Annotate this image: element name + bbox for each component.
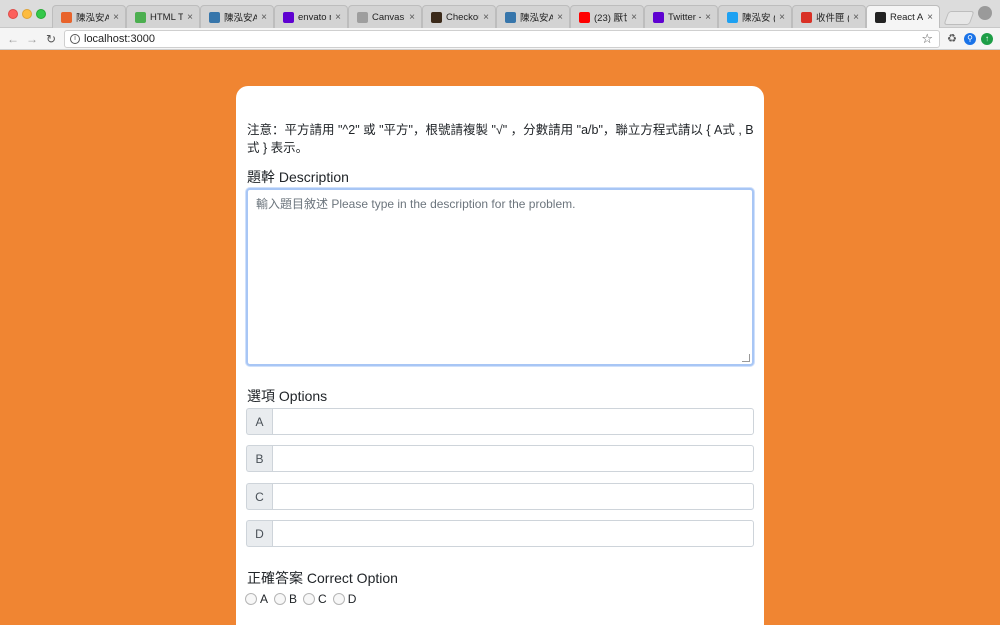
description-box xyxy=(246,188,754,366)
radio-label-b: B xyxy=(289,592,298,606)
new-tab-button[interactable] xyxy=(943,11,975,25)
close-window-icon[interactable] xyxy=(8,9,18,19)
tab-close-icon[interactable]: × xyxy=(553,12,563,23)
browser-tab-label: Canvas H xyxy=(372,11,405,23)
radio-option-c[interactable]: C xyxy=(303,592,327,606)
browser-tab-bar: 陳泓安Alp×HTML Tu×陳泓安Alp×envato m×Canvas H×… xyxy=(0,0,1000,28)
option-row-c: C xyxy=(246,483,754,510)
browser-tab-label: 陳泓安Alp xyxy=(76,13,109,24)
browser-tab-label: React Ap xyxy=(890,11,923,23)
forward-icon[interactable]: → xyxy=(24,31,40,47)
browser-tab[interactable]: 陳泓安Alp× xyxy=(496,5,570,28)
orange-square-icon xyxy=(61,11,72,23)
browser-tab-label: Checkout xyxy=(446,11,479,23)
radio-circle-c[interactable] xyxy=(303,593,316,605)
info-icon[interactable]: i xyxy=(70,34,80,44)
python-icon xyxy=(505,11,516,23)
twitter-icon xyxy=(727,11,738,23)
minimize-window-icon[interactable] xyxy=(22,9,32,19)
tab-close-icon[interactable]: × xyxy=(183,12,193,23)
tab-close-icon[interactable]: × xyxy=(627,12,637,23)
python-icon xyxy=(209,11,220,23)
gmail-icon xyxy=(801,11,812,23)
profile-icon[interactable] xyxy=(978,6,992,20)
correct-option-radio-group: A B C D xyxy=(245,592,362,606)
option-input-d[interactable] xyxy=(272,520,754,547)
browser-tab[interactable]: Canvas H× xyxy=(348,5,422,28)
option-prefix-b: B xyxy=(246,445,272,472)
download-extension-icon[interactable]: ↑ xyxy=(981,33,993,45)
radio-option-b[interactable]: B xyxy=(274,592,297,606)
browser-tab[interactable]: Twitter - × xyxy=(644,5,718,28)
url-text: localhost:3000 xyxy=(84,33,155,45)
maximize-window-icon[interactable] xyxy=(36,9,46,19)
browser-tab[interactable]: Checkout× xyxy=(422,5,496,28)
correct-option-label: 正確答案 Correct Option xyxy=(247,570,398,586)
browser-tab-label: Twitter - xyxy=(668,11,701,23)
bookmark-star-icon[interactable]: ☆ xyxy=(921,31,933,47)
option-prefix-c: C xyxy=(246,483,272,510)
tab-close-icon[interactable]: × xyxy=(257,12,267,23)
tab-close-icon[interactable]: × xyxy=(701,12,711,23)
address-bar: ← → ↻ i localhost:3000 ☆ ♻ ⚲ ↑ xyxy=(0,28,1000,50)
browser-tab[interactable]: (23) 厭世× xyxy=(570,5,644,28)
tab-close-icon[interactable]: × xyxy=(923,12,933,23)
tab-close-icon[interactable]: × xyxy=(331,12,341,23)
tab-close-icon[interactable]: × xyxy=(775,12,785,23)
resize-handle-icon[interactable] xyxy=(742,354,750,362)
browser-tab-label: 陳泓安 (@ xyxy=(742,13,775,24)
browser-tab-label: (23) 厭世 xyxy=(594,13,627,24)
browser-tab[interactable]: envato m× xyxy=(274,5,348,28)
search-extension-icon[interactable]: ⚲ xyxy=(964,33,976,45)
radio-circle-a[interactable] xyxy=(245,593,257,605)
description-textarea[interactable] xyxy=(248,190,752,364)
radio-label-c: C xyxy=(318,592,327,606)
tab-strip: 陳泓安Alp×HTML Tu×陳泓安Alp×envato m×Canvas H×… xyxy=(52,5,975,28)
radio-label-a: A xyxy=(260,592,269,606)
youtube-icon xyxy=(579,11,590,23)
radio-option-d[interactable]: D xyxy=(332,592,357,606)
tab-close-icon[interactable]: × xyxy=(109,12,119,23)
tab-close-icon[interactable]: × xyxy=(405,12,415,23)
option-prefix-d: D xyxy=(246,520,272,547)
tab-close-icon[interactable]: × xyxy=(479,12,489,23)
radio-option-a[interactable]: A xyxy=(245,592,268,606)
browser-tab-label: 收件匣 (1 xyxy=(816,13,849,24)
w3schools-icon xyxy=(135,11,146,23)
description-label: 題幹 Description xyxy=(247,169,349,185)
yahoo-icon xyxy=(283,11,294,23)
document-icon xyxy=(357,11,368,23)
url-field[interactable]: i localhost:3000 ☆ xyxy=(64,30,940,48)
radio-circle-b[interactable] xyxy=(274,593,287,605)
browser-tab[interactable]: React Ap× xyxy=(866,5,940,28)
browser-tab[interactable]: 陳泓安Alp× xyxy=(52,5,126,28)
browser-tab-label: envato m xyxy=(298,11,331,23)
option-input-c[interactable] xyxy=(272,483,754,510)
option-row-d: D xyxy=(246,520,754,547)
radio-label-d: D xyxy=(347,592,357,606)
browser-tab[interactable]: 陳泓安Alp× xyxy=(200,5,274,28)
checkout-icon xyxy=(431,11,442,23)
radio-circle-d[interactable] xyxy=(332,593,345,605)
option-input-a[interactable] xyxy=(272,408,754,435)
browser-tab-label: 陳泓安Alp xyxy=(520,13,553,24)
browser-tab-label: HTML Tu xyxy=(150,11,183,23)
recycle-extension-icon[interactable]: ♻ xyxy=(946,33,958,45)
option-row-b: B xyxy=(246,445,754,472)
option-input-b[interactable] xyxy=(272,445,754,472)
input-notice: 注意：平方請用 "^2" 或 "平方"，根號請複製 "√" ，分數請用 "a/b… xyxy=(247,123,754,155)
back-icon[interactable]: ← xyxy=(5,31,21,47)
reload-icon[interactable]: ↻ xyxy=(43,31,59,47)
browser-tab[interactable]: 陳泓安 (@× xyxy=(718,5,792,28)
yahoo-icon xyxy=(653,11,664,23)
browser-tab[interactable]: 收件匣 (1× xyxy=(792,5,866,28)
option-prefix-a: A xyxy=(246,408,272,435)
react-icon xyxy=(875,11,886,23)
question-form-card: 注意：平方請用 "^2" 或 "平方"，根號請複製 "√" ，分數請用 "a/b… xyxy=(236,86,764,625)
options-label: 選項 Options xyxy=(247,388,328,404)
option-row-a: A xyxy=(246,408,754,435)
browser-tab-label: 陳泓安Alp xyxy=(224,13,257,24)
browser-tab[interactable]: HTML Tu× xyxy=(126,5,200,28)
tab-close-icon[interactable]: × xyxy=(849,12,859,23)
